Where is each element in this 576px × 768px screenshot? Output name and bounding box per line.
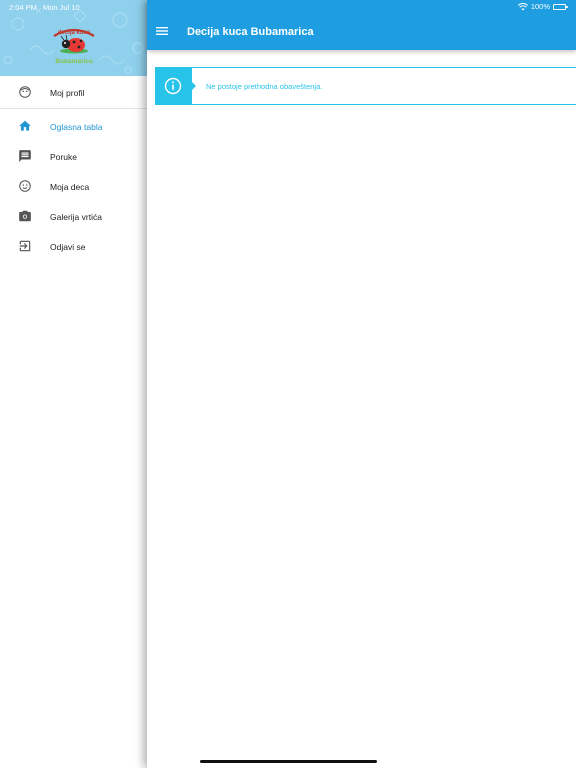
sidebar-item-label: Moja deca bbox=[50, 182, 90, 192]
sidebar-item-label: Moj profil bbox=[50, 88, 85, 98]
sidebar-item-label: Odjavi se bbox=[50, 242, 86, 252]
notice-message: Ne postoje prethodna obaveštenja. bbox=[206, 82, 323, 91]
svg-text:Bubamarica: Bubamarica bbox=[55, 58, 93, 65]
info-icon bbox=[164, 77, 182, 95]
sidebar-item-label: Poruke bbox=[50, 152, 77, 162]
battery-icon bbox=[553, 3, 568, 10]
sidebar-item-profile[interactable]: Moj profil bbox=[0, 76, 147, 109]
camera-icon bbox=[19, 210, 31, 222]
status-bar: 2:04 PM Mon Jul 10 100% bbox=[0, 0, 576, 14]
sidebar-item-label: Galerija vrtića bbox=[50, 212, 102, 222]
battery-percent: 100% bbox=[530, 2, 550, 11]
sidebar-item-bulletin-board[interactable]: Oglasna tabla bbox=[0, 111, 147, 141]
sidebar-item-logout[interactable]: Odjavi se bbox=[0, 231, 147, 261]
sidebar-item-my-children[interactable]: Moja deca bbox=[0, 171, 147, 201]
message-icon bbox=[19, 150, 31, 162]
main-content: Decija kuca Bubamarica Ne postoje pretho… bbox=[147, 0, 576, 768]
ladybug-logo: decija kuca Bubamarica bbox=[53, 28, 95, 65]
drawer-menu: Moj profil Oglasna tabla Poruke Moja dec… bbox=[0, 76, 147, 261]
navigation-drawer: decija kuca Bubamarica Moj profil Oglasn… bbox=[0, 0, 147, 768]
info-icon-box bbox=[155, 67, 196, 105]
svg-text:decija kuca: decija kuca bbox=[58, 30, 91, 36]
logout-icon bbox=[19, 240, 31, 252]
sidebar-item-label: Oglasna tabla bbox=[50, 122, 103, 132]
info-notice: Ne postoje prethodna obaveštenja. bbox=[155, 67, 576, 105]
child-icon bbox=[19, 180, 31, 192]
status-date: Mon Jul 10 bbox=[43, 3, 80, 12]
home-indicator[interactable] bbox=[200, 760, 377, 763]
hamburger-icon[interactable] bbox=[156, 26, 168, 36]
home-icon bbox=[19, 120, 31, 131]
screen: decija kuca Bubamarica Moj profil Oglasn… bbox=[0, 0, 576, 768]
face-icon bbox=[19, 86, 31, 98]
status-right: 100% bbox=[517, 2, 568, 11]
page-title: Decija kuca Bubamarica bbox=[187, 26, 314, 38]
status-time: 2:04 PM bbox=[9, 3, 37, 12]
sidebar-item-gallery[interactable]: Galerija vrtića bbox=[0, 201, 147, 231]
wifi-icon bbox=[517, 2, 528, 10]
sidebar-item-messages[interactable]: Poruke bbox=[0, 141, 147, 171]
